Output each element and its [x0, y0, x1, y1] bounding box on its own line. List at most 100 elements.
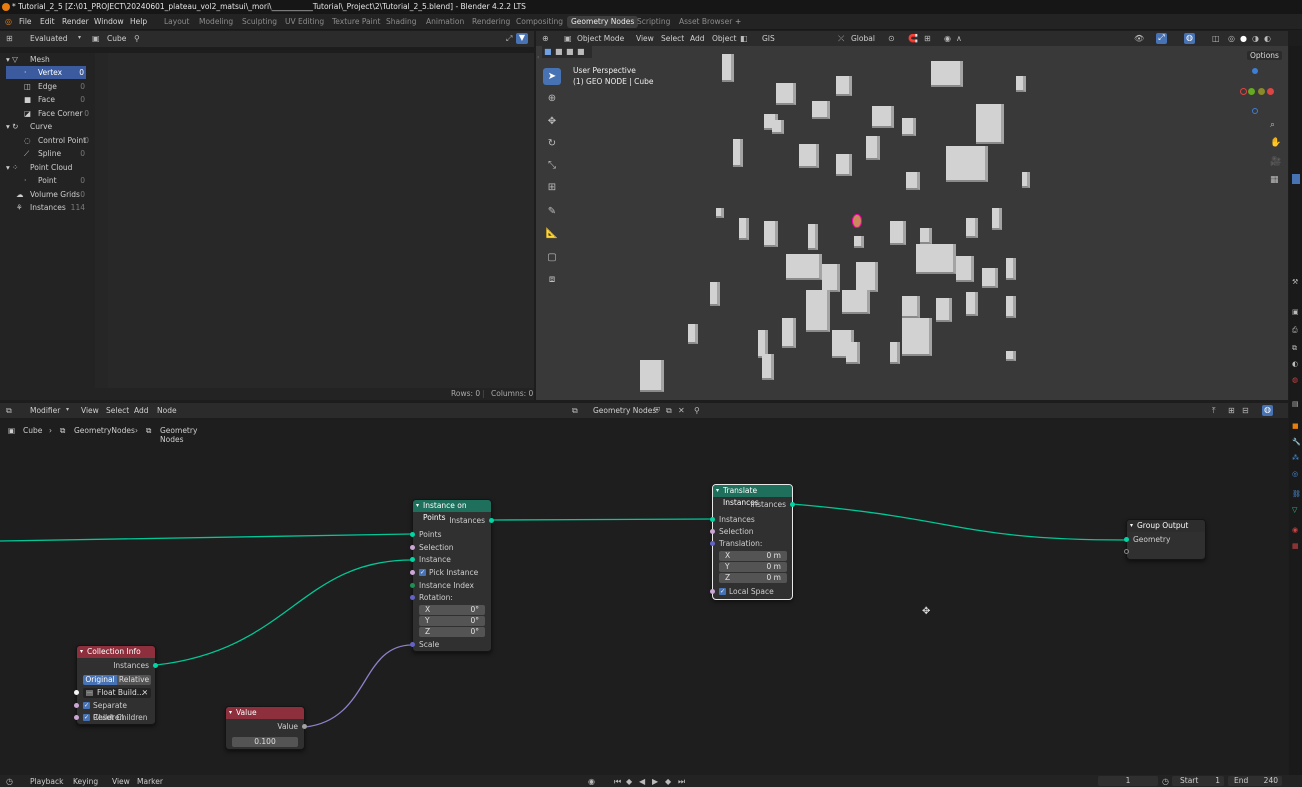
object-properties-icon[interactable]: ■ [1292, 422, 1299, 430]
output-properties-icon[interactable]: ⎙ [1292, 326, 1298, 335]
falloff-icon[interactable]: ∧ [956, 34, 962, 43]
tree-mesh[interactable]: ▾ ▽ Mesh [0, 53, 95, 66]
tree-edge[interactable]: ◫ Edge 0 [0, 80, 95, 93]
checkbox-reset-children[interactable]: ✓ [83, 714, 90, 721]
menu-add[interactable]: Add [134, 406, 149, 415]
input-socket[interactable] [410, 532, 415, 537]
input-socket[interactable] [74, 703, 79, 708]
auto-keying-icon[interactable]: ◉ [588, 777, 595, 786]
input-socket[interactable] [410, 557, 415, 562]
input-socket[interactable] [410, 642, 415, 647]
node-value[interactable]: ▾ Value Value 0.100 [225, 706, 307, 750]
rotate-tool-icon[interactable]: ↻ [543, 135, 561, 152]
checkbox-pick-instance[interactable]: ✓ [419, 569, 426, 576]
node-tree-name[interactable]: Geometry Nodes [593, 406, 656, 415]
select-subtract-icon[interactable]: ■ [566, 47, 574, 56]
tab-asset-browser[interactable]: Asset Browser [675, 16, 736, 28]
pivot-icon[interactable]: ⊙ [888, 34, 895, 43]
node-collection-info[interactable]: ▾ Collection Info Instances Original Rela… [74, 645, 158, 725]
input-socket[interactable] [710, 529, 715, 534]
data-properties-icon[interactable]: ▽ [1292, 506, 1297, 514]
output-socket[interactable] [153, 663, 158, 668]
snap-element-icon[interactable]: ⊟ [1242, 406, 1249, 415]
rotation-z-field[interactable]: Z 0° [419, 627, 485, 637]
physics-icon[interactable]: ◎ [1292, 470, 1298, 478]
modifier-context-dropdown[interactable]: Modifier [30, 406, 60, 415]
orientation-dropdown[interactable]: Global [851, 34, 875, 43]
add-cube-tool-icon[interactable]: ▢ [543, 249, 561, 266]
node-header[interactable]: ▾ Translate Instances [713, 485, 792, 507]
3d-viewport[interactable]: ■ ■ ■ ■ ‹ ➤ ⊕ ✥ ↻ ⤡ ⊞ ✎ 📐 ▢ ⧈ User Persp… [536, 46, 1288, 400]
tab-texture-paint[interactable]: Texture Paint [328, 16, 384, 28]
menu-object[interactable]: Object [712, 34, 736, 43]
menu-render[interactable]: Render [62, 17, 89, 26]
input-reset-children[interactable]: ✓ Reset Children [74, 712, 155, 724]
collapse-icon[interactable]: ▾ [716, 485, 719, 497]
editor-type-icon[interactable]: ⊕ [542, 34, 549, 43]
camera-view-icon[interactable]: 🎥 [1270, 157, 1281, 167]
annotate-tool-icon[interactable]: ✎ [543, 203, 561, 220]
input-socket[interactable] [74, 715, 79, 720]
evaluation-mode-dropdown[interactable]: Evaluated [30, 34, 68, 43]
options-dropdown[interactable]: Options [1247, 51, 1282, 60]
tree-point[interactable]: · Point 0 [0, 174, 95, 187]
toggle-original[interactable]: Original [83, 675, 117, 685]
shading-solid-icon[interactable]: ● [1240, 34, 1247, 43]
select-intersect-icon[interactable]: ■ [577, 47, 585, 56]
axis-y-icon[interactable] [1248, 88, 1255, 95]
collapse-icon[interactable]: ▾ [1130, 520, 1133, 532]
sidebar-tab-icon[interactable] [1292, 174, 1300, 184]
tab-compositing[interactable]: Compositing [512, 16, 567, 28]
menu-window[interactable]: Window [94, 17, 124, 26]
select-new-icon[interactable]: ■ [544, 47, 552, 56]
tree-face-corner[interactable]: ◪ Face Corner 0 [0, 107, 95, 120]
play-reverse-icon[interactable]: ◀ [639, 777, 645, 786]
menu-file[interactable]: File [19, 17, 32, 26]
collection-field[interactable]: ▤ Float Build... ✕ [83, 688, 151, 698]
node-header[interactable]: ▾ Value [226, 707, 304, 719]
play-icon[interactable]: ▶ [652, 777, 658, 786]
selection-filter-icon[interactable]: ⤢ [506, 34, 512, 44]
tab-sculpting[interactable]: Sculpting [238, 16, 281, 28]
select-extend-icon[interactable]: ■ [555, 47, 563, 56]
snap-icon[interactable]: 🧲 [908, 34, 918, 43]
visibility-icon[interactable]: 👁 [1134, 34, 1144, 43]
input-socket[interactable] [710, 517, 715, 522]
jump-end-icon[interactable]: ⏭ [678, 777, 685, 787]
axis-neg-y-icon[interactable] [1258, 88, 1265, 95]
world-icon[interactable]: ◍ [1292, 376, 1298, 384]
texture-icon[interactable]: ▦ [1292, 542, 1299, 550]
gis-icon[interactable]: ◧ [740, 34, 748, 43]
select-box-tool-icon[interactable]: ➤ [543, 68, 561, 85]
pan-hand-icon[interactable]: ✋ [1270, 138, 1281, 148]
input-socket[interactable] [74, 690, 79, 695]
output-socket[interactable] [489, 518, 494, 523]
collection-icon[interactable]: ▤ [1292, 400, 1299, 408]
clock-icon[interactable]: ◷ [1162, 777, 1169, 786]
add-workspace-icon[interactable]: + [731, 16, 745, 28]
input-socket[interactable] [410, 545, 415, 550]
menu-help[interactable]: Help [130, 17, 147, 26]
fake-user-icon[interactable]: ⛨ [654, 406, 660, 416]
input-socket[interactable] [1124, 537, 1129, 542]
tab-rendering[interactable]: Rendering [468, 16, 514, 28]
overlay-toggle-icon[interactable]: ◍ [1184, 33, 1195, 44]
toolbar-collapse-icon[interactable]: ‹ [537, 54, 539, 61]
axis-x-icon[interactable] [1267, 88, 1274, 95]
menu-view[interactable]: View [81, 406, 99, 415]
node-header[interactable]: ▾ Instance on Points [413, 500, 491, 522]
tree-control-point[interactable]: ◌ Control Point 0 [0, 134, 95, 147]
input-socket[interactable] [410, 583, 415, 588]
overlay-toggle-icon[interactable]: ◍ [1262, 405, 1273, 416]
blender-menu-icon[interactable]: ◎ [5, 17, 12, 26]
menu-playback[interactable]: Playback [30, 777, 63, 786]
zoom-icon[interactable]: ⌕ [1270, 120, 1275, 130]
menu-add[interactable]: Add [690, 34, 705, 43]
menu-view[interactable]: View [636, 34, 654, 43]
input-socket[interactable] [410, 595, 415, 600]
input-local-space[interactable]: ✓ Local Space [710, 586, 792, 598]
menu-marker[interactable]: Marker [137, 777, 163, 786]
axis-z-icon[interactable] [1252, 68, 1258, 74]
shading-wireframe-icon[interactable]: ◎ [1228, 34, 1235, 43]
input-socket[interactable] [710, 589, 715, 594]
